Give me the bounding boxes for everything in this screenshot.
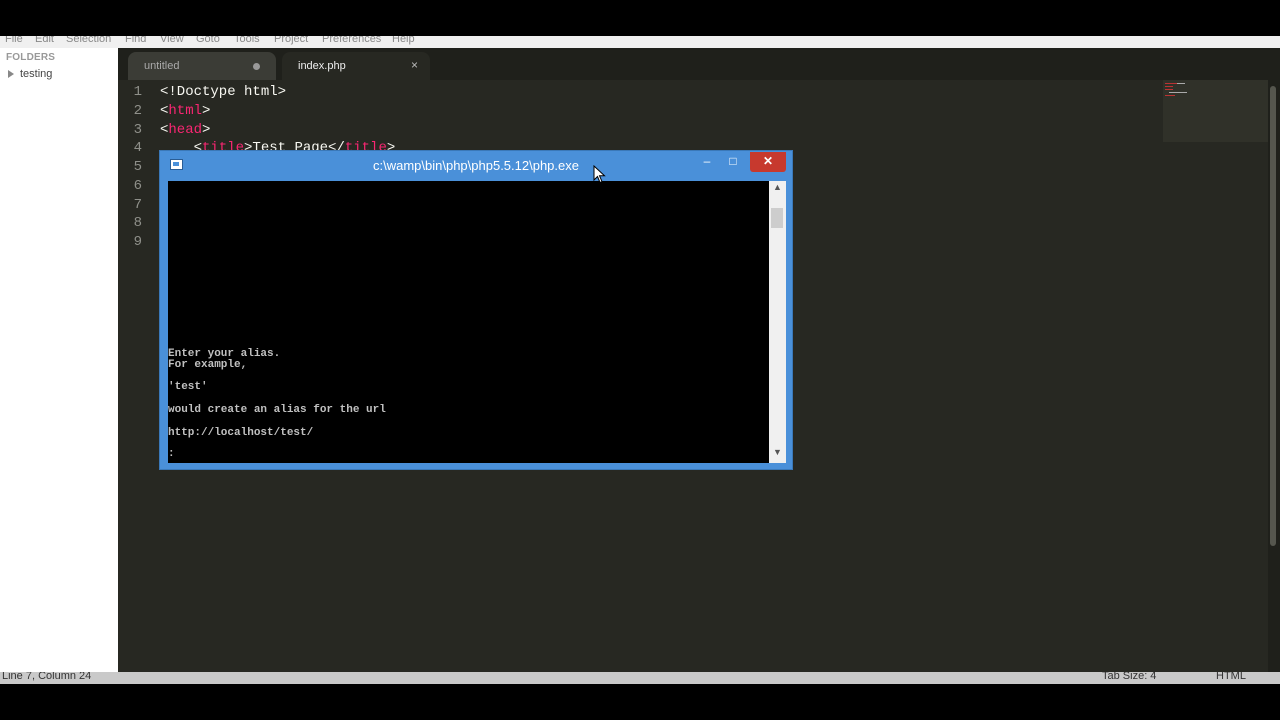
- tab-index-php[interactable]: index.php ×: [282, 52, 430, 80]
- console-line: For example,: [168, 359, 248, 371]
- menu-find[interactable]: Find: [125, 36, 146, 45]
- line-number: 3: [133, 122, 142, 138]
- console-line: 'test': [168, 381, 208, 393]
- unsaved-dot-icon[interactable]: [253, 63, 260, 70]
- console-scrollbar[interactable]: ▲ ▼: [769, 181, 786, 463]
- tab-label: untitled: [144, 60, 180, 72]
- menu-preferences[interactable]: Preferences: [322, 36, 381, 45]
- status-bar: Line 7, Column 24 Tab Size: 4 HTML: [0, 672, 1280, 684]
- sidebar: FOLDERS testing: [0, 48, 118, 672]
- menu-help[interactable]: Help: [392, 36, 415, 45]
- line-number: 6: [133, 178, 142, 194]
- folders-header: FOLDERS: [6, 52, 56, 63]
- line-number: 5: [133, 159, 142, 175]
- sidebar-folder-testing[interactable]: testing: [8, 68, 52, 80]
- console-titlebar[interactable]: c:\wamp\bin\php\php5.5.12\php.exe – □ ✕: [160, 151, 792, 181]
- menu-view[interactable]: View: [160, 36, 184, 45]
- menu-edit[interactable]: Edit: [35, 36, 54, 45]
- tab-label: index.php: [298, 60, 346, 72]
- tab-size-selector[interactable]: Tab Size: 4: [1102, 672, 1156, 682]
- menu-goto[interactable]: Goto: [196, 36, 220, 45]
- code-line[interactable]: <!Doctype html>: [160, 84, 286, 100]
- menu-bar: File Edit Selection Find View Goto Tools…: [0, 36, 1280, 48]
- code-line[interactable]: <head>: [160, 122, 210, 138]
- scroll-down-arrow-icon[interactable]: ▼: [769, 447, 786, 461]
- minimap[interactable]: [1163, 80, 1268, 142]
- tab-untitled[interactable]: untitled: [128, 52, 276, 80]
- maximize-button[interactable]: □: [720, 152, 746, 172]
- console-output[interactable]: Enter your alias. For example, 'test' wo…: [168, 181, 769, 463]
- menu-project[interactable]: Project: [274, 36, 308, 45]
- scrollbar-thumb[interactable]: [1270, 86, 1276, 546]
- line-number: 1: [133, 84, 142, 100]
- minimize-button[interactable]: –: [694, 152, 720, 172]
- scroll-up-arrow-icon[interactable]: ▲: [769, 182, 786, 196]
- console-prompt: :: [168, 448, 175, 460]
- line-number: 2: [133, 103, 142, 119]
- folder-label: testing: [20, 68, 53, 80]
- video-letterbox-bottom: [0, 684, 1280, 720]
- editor-scrollbar[interactable]: [1268, 80, 1280, 672]
- cursor-position: Line 7, Column 24: [2, 672, 92, 682]
- expand-caret-icon[interactable]: [8, 70, 14, 78]
- menu-selection[interactable]: Selection: [66, 36, 111, 45]
- line-number: 4: [133, 140, 142, 156]
- line-number: 7: [133, 197, 142, 213]
- console-scroll-thumb[interactable]: [771, 208, 783, 228]
- tab-bar: untitled index.php ×: [118, 48, 1280, 80]
- line-number: 9: [133, 234, 142, 250]
- syntax-selector[interactable]: HTML: [1216, 672, 1246, 682]
- video-letterbox-top: [0, 0, 1280, 36]
- console-line: http://localhost/test/: [168, 427, 314, 439]
- console-window[interactable]: c:\wamp\bin\php\php5.5.12\php.exe – □ ✕ …: [159, 150, 793, 470]
- code-line[interactable]: <html>: [160, 103, 210, 119]
- line-number: 8: [133, 215, 142, 231]
- close-tab-icon[interactable]: ×: [411, 58, 418, 72]
- menu-file[interactable]: File: [5, 36, 23, 45]
- menu-tools[interactable]: Tools: [234, 36, 260, 45]
- close-button[interactable]: ✕: [750, 152, 786, 172]
- console-line: would create an alias for the url: [168, 404, 386, 416]
